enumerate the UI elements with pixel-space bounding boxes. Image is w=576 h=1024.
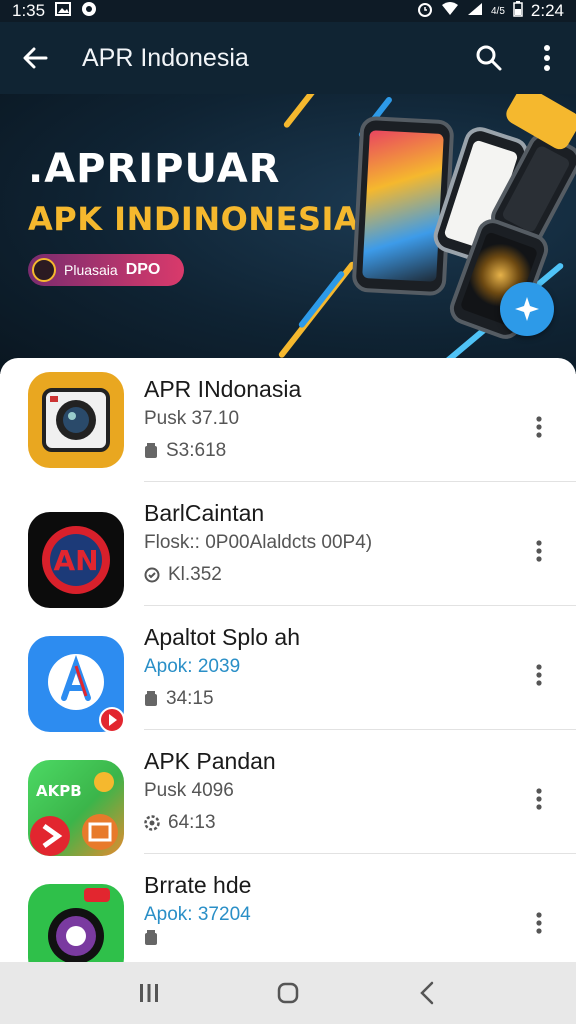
app-name: Brrate hde xyxy=(144,872,252,898)
nav-back-button[interactable] xyxy=(397,968,457,1018)
apk-pandan-app-icon: AKPB xyxy=(28,760,124,856)
app-version: Pusk 4096 xyxy=(144,780,234,801)
battery-icon xyxy=(513,0,523,22)
phone-illustration xyxy=(351,115,455,297)
signal-icon xyxy=(467,1,483,21)
list-item[interactable]: AKPB APK Pandan Pusk 4096 64:13 xyxy=(0,730,576,856)
app-size: 34:15 xyxy=(166,688,214,709)
storage-icon xyxy=(145,930,157,945)
recents-button[interactable] xyxy=(119,968,179,1018)
screen: 1:35 4/5 2:24 APR Indonesia .APRIPUAR AP… xyxy=(0,0,576,1024)
brrate-app-icon xyxy=(28,884,124,968)
app-name: Apaltot Splo ah xyxy=(144,624,301,650)
list-item[interactable]: Apaltot Splo ah Apok: 2039 34:15 xyxy=(0,606,576,733)
list-item[interactable]: APR INdonasia Pusk 37.10 S3:618 xyxy=(0,358,576,482)
arrow-left-icon xyxy=(23,47,48,69)
alarm-icon xyxy=(417,1,433,22)
badge-label: Pluasaia xyxy=(64,262,118,278)
item-more-button[interactable] xyxy=(522,526,556,576)
storage-icon xyxy=(145,443,157,458)
item-more-button[interactable] xyxy=(522,402,556,452)
settings-icon xyxy=(144,815,160,831)
share-fab[interactable] xyxy=(500,282,554,336)
item-more-button[interactable] xyxy=(522,650,556,700)
banner-badge[interactable]: Pluasaia DPO xyxy=(28,254,184,286)
gallery-icon xyxy=(55,1,72,21)
search-button[interactable] xyxy=(460,22,518,94)
check-circle-icon xyxy=(144,567,160,583)
page-title: APR Indonesia xyxy=(82,43,249,72)
wifi-icon xyxy=(441,1,459,21)
item-more-button[interactable] xyxy=(522,898,556,948)
nav-back-icon xyxy=(419,981,433,1005)
decorative-stripe xyxy=(297,269,346,329)
more-vert-icon xyxy=(536,540,542,562)
signal-text: 4/5 xyxy=(491,5,505,17)
app-version: Apok: 2039 xyxy=(144,656,241,677)
app-list: APR INdonasia Pusk 37.10 S3:618 AN BarlC… xyxy=(0,358,576,968)
banner-subheadline: APK INDINONESIA xyxy=(28,200,360,238)
more-vert-icon xyxy=(536,664,542,686)
search-icon xyxy=(476,45,502,71)
camera-app-icon xyxy=(28,372,124,468)
home-button[interactable] xyxy=(258,968,318,1018)
back-button[interactable] xyxy=(0,22,70,94)
banner-headline: .APRIPUAR xyxy=(28,146,281,192)
app-size: Kl.352 xyxy=(168,564,222,585)
svg-text:AKPB: AKPB xyxy=(36,782,82,800)
decorative-stripe xyxy=(282,94,325,129)
list-item[interactable]: Brrate hde Apok: 37204 xyxy=(0,854,576,968)
home-icon xyxy=(277,982,299,1004)
more-options-button[interactable] xyxy=(518,22,576,94)
system-nav-bar xyxy=(0,962,576,1024)
app-name: BarlCaintan xyxy=(144,500,265,526)
notification-icon xyxy=(81,1,97,22)
app-bar: APR Indonesia xyxy=(0,22,576,94)
list-item[interactable]: AN BarlCaintan Flosk:: 0P00Alaldcts 00P4… xyxy=(0,482,576,608)
app-name: APR INdonasia xyxy=(144,376,302,402)
badge-code: DPO xyxy=(125,261,161,278)
item-more-button[interactable] xyxy=(522,774,556,824)
app-name: APK Pandan xyxy=(144,748,276,774)
share-icon xyxy=(515,297,539,321)
more-vert-icon xyxy=(544,45,550,71)
an-app-icon: AN xyxy=(28,512,124,608)
app-version: Pusk 37.10 xyxy=(144,408,240,429)
app-version: Flosk:: 0P00Alaldcts 00P4) xyxy=(144,532,373,553)
promo-banner[interactable]: .APRIPUAR APK INDINONESIA Pluasaia DPO xyxy=(0,94,576,374)
more-vert-icon xyxy=(536,912,542,934)
status-time-right: 2:24 xyxy=(530,1,564,20)
avatar xyxy=(32,258,56,282)
more-vert-icon xyxy=(536,788,542,810)
app-size: S3:618 xyxy=(166,440,227,461)
svg-text:AN: AN xyxy=(53,544,98,577)
storage-icon xyxy=(145,691,157,706)
status-time-left: 1:35 xyxy=(12,1,46,20)
app-version: Apok: 37204 xyxy=(144,904,251,925)
recents-icon xyxy=(140,984,159,1002)
more-vert-icon xyxy=(536,416,542,438)
app-size: 64:13 xyxy=(168,812,216,833)
appstore-app-icon xyxy=(28,636,125,733)
status-bar: 1:35 4/5 2:24 xyxy=(0,0,576,22)
